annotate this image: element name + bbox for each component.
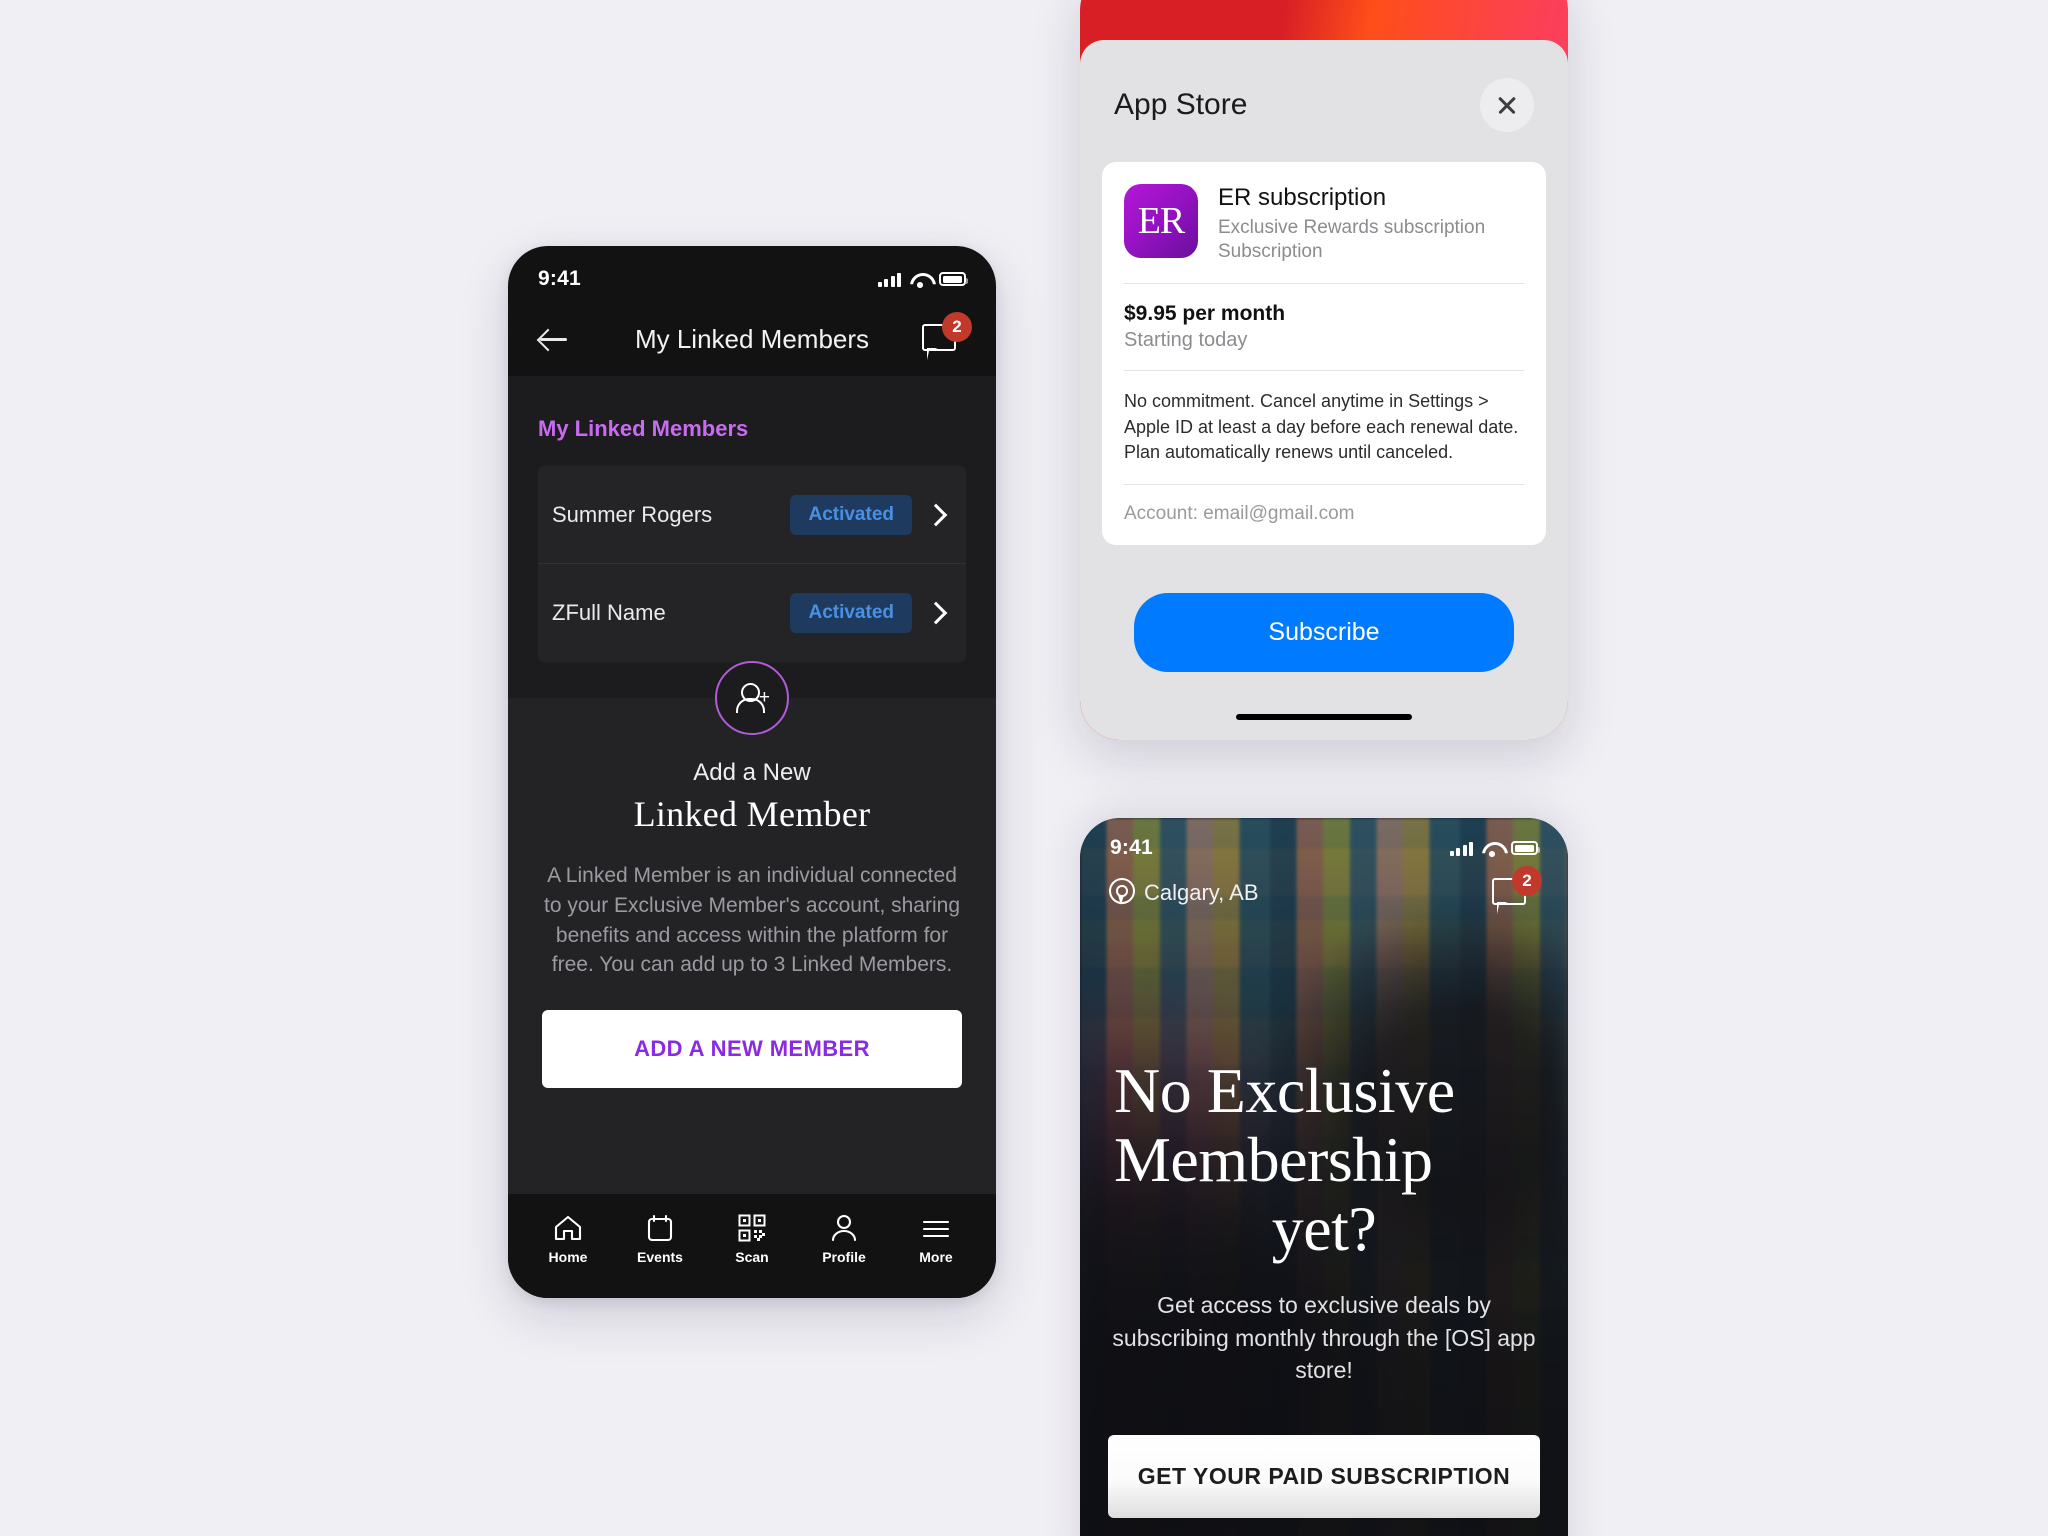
member-name: Summer Rogers — [552, 501, 713, 527]
bottom-tab-bar: Home Events Scan Profile More — [508, 1194, 996, 1298]
location-pin-icon — [1108, 877, 1135, 909]
hamburger-menu-icon — [922, 1220, 950, 1237]
app-meta: ER subscription Exclusive Rewards subscr… — [1218, 184, 1485, 263]
tab-label: More — [919, 1248, 953, 1265]
headline-line-3: yet? — [1271, 1192, 1377, 1264]
canvas: 9:41 My Linked Members 2 My Linked Membe… — [0, 0, 2048, 1536]
headline-line-1: No Exclusive — [1114, 1054, 1455, 1126]
status-time: 9:41 — [538, 267, 581, 290]
headline-line-2: Membership — [1114, 1123, 1433, 1195]
back-arrow-icon[interactable] — [536, 321, 572, 357]
sheet-header: App Store — [1080, 40, 1568, 132]
person-icon — [831, 1214, 857, 1241]
status-icons — [877, 272, 968, 288]
tab-label: Scan — [735, 1248, 769, 1265]
app-store-sheet: App Store ER ER subscription Exclusive R… — [1080, 40, 1568, 740]
phone-linked-members: 9:41 My Linked Members 2 My Linked Membe… — [508, 246, 996, 1298]
status-bar: 9:41 — [1080, 818, 1568, 860]
get-paid-subscription-button[interactable]: GET YOUR PAID SUBSCRIPTION — [1108, 1435, 1540, 1518]
legal-text: No commitment. Cancel anytime in Setting… — [1124, 371, 1524, 485]
app-type: Subscription — [1218, 241, 1323, 262]
page-body: My Linked Members Summer Rogers Activate… — [508, 376, 996, 1194]
price-value: $9.95 per month — [1124, 302, 1286, 325]
chat-button[interactable]: 2 — [1492, 866, 1542, 914]
cellular-bars-icon — [1449, 841, 1473, 856]
member-name: ZFull Name — [552, 600, 666, 625]
upsell-subtext: Get access to exclusive deals by subscri… — [1112, 1292, 1536, 1384]
app-subtitle: Exclusive Rewards subscription — [1218, 217, 1486, 238]
home-indicator[interactable] — [1236, 713, 1412, 720]
wifi-icon — [910, 272, 930, 288]
chevron-right-icon — [924, 503, 948, 526]
chat-button[interactable]: 2 — [922, 312, 972, 360]
tab-profile[interactable]: Profile — [798, 1214, 890, 1265]
tab-events[interactable]: Events — [614, 1214, 706, 1265]
add-member-panel: + Add a New Linked Member A Linked Membe… — [508, 661, 996, 1194]
add-person-icon: + — [715, 661, 789, 735]
er-app-icon: ER — [1124, 184, 1198, 258]
status-icons — [1449, 841, 1540, 857]
phone-upsell: 9:41 Calgary, AB 2 No Exclusive Membersh… — [1080, 818, 1568, 1536]
add-heading: Linked Member — [633, 794, 871, 834]
table-row[interactable]: Summer Rogers Activated — [538, 466, 966, 564]
subscribe-button[interactable]: Subscribe — [1134, 592, 1514, 672]
sheet-title: App Store — [1114, 88, 1248, 121]
add-description: A Linked Member is an individual connect… — [543, 864, 961, 977]
home-icon — [554, 1215, 582, 1240]
cellular-bars-icon — [877, 272, 901, 287]
price-section: $9.95 per month Starting today — [1124, 284, 1524, 371]
chevron-right-icon — [924, 601, 948, 625]
status-bar: 9:41 — [508, 246, 996, 302]
app-summary: ER ER subscription Exclusive Rewards sub… — [1124, 162, 1524, 284]
section-title: My Linked Members — [508, 376, 996, 466]
tab-label: Profile — [822, 1248, 866, 1265]
status-time: 9:41 — [1110, 836, 1153, 859]
add-eyebrow: Add a New — [693, 759, 811, 786]
table-row[interactable]: ZFull Name Activated — [538, 564, 966, 662]
wifi-icon — [1482, 841, 1502, 857]
members-list: Summer Rogers Activated ZFull Name Activ… — [538, 466, 966, 662]
account-text: Account: email@gmail.com — [1124, 502, 1355, 524]
calendar-icon — [647, 1214, 673, 1241]
tab-label: Home — [548, 1248, 588, 1265]
chat-badge: 2 — [1512, 866, 1542, 896]
qr-code-icon — [738, 1214, 766, 1241]
close-icon[interactable] — [1480, 78, 1534, 132]
chat-badge: 2 — [942, 312, 972, 342]
location-bar: Calgary, AB 2 — [1080, 860, 1568, 914]
battery-icon — [1511, 841, 1540, 855]
nav-bar: My Linked Members 2 — [508, 302, 996, 376]
tab-more[interactable]: More — [890, 1214, 982, 1265]
tab-label: Events — [637, 1248, 683, 1265]
subscription-card: ER ER subscription Exclusive Rewards sub… — [1102, 162, 1546, 545]
phone-app-store: App Store ER ER subscription Exclusive R… — [1080, 0, 1568, 740]
tab-home[interactable]: Home — [522, 1214, 614, 1265]
battery-icon — [939, 272, 968, 286]
location-label: Calgary, AB — [1144, 880, 1259, 905]
add-new-member-button[interactable]: ADD A NEW MEMBER — [542, 1010, 962, 1089]
status-badge: Activated — [790, 593, 912, 633]
price-note: Starting today — [1124, 329, 1248, 351]
status-badge: Activated — [790, 494, 912, 535]
app-title: ER subscription — [1218, 184, 1387, 211]
upsell-headline: No Exclusive Membership yet? — [1080, 1056, 1568, 1263]
tab-scan[interactable]: Scan — [706, 1214, 798, 1265]
